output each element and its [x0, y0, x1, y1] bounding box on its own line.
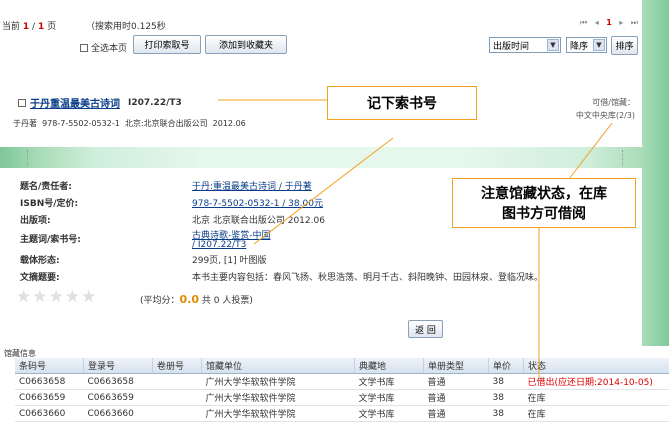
callout2-pointer-a [568, 122, 613, 180]
callout-call-number: 记下索书号 [327, 86, 477, 120]
callout1-pointer-b [253, 137, 394, 245]
callout-line-1: 注意馆藏状态，在库 [481, 186, 607, 202]
callout-line-2: 图书方可借阅 [502, 206, 586, 222]
callout-holding-status: 注意馆藏状态，在库 图书方可借阅 [452, 178, 636, 228]
